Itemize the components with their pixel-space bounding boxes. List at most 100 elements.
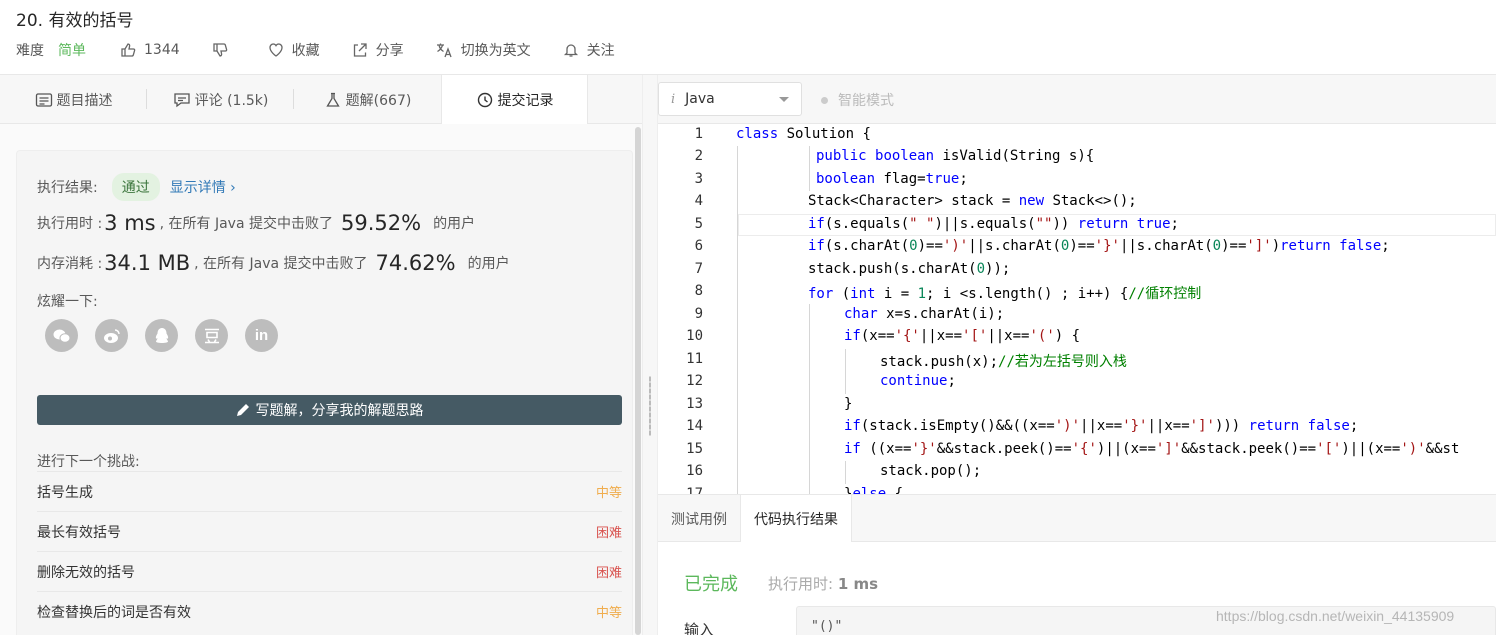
line-number-gutter: 1 2 3 4 5 6 7 8 9 10 11 12 13 14 15 16 1…	[658, 124, 708, 494]
left-tab-bar: 题目描述 评论 (1.5k) 题解(667) 提交记录	[0, 75, 642, 125]
tab-description[interactable]: 题目描述	[0, 75, 147, 124]
code-line: for (int i = 1; i <s.length() ; i++) {//…	[808, 286, 1202, 302]
code-line: if(x=='{'||x=='['||x=='(') {	[844, 328, 1081, 344]
share-label: 分享	[375, 43, 404, 59]
problem-meta: 难度 简单 1344 收藏 分享 切换为英文 关注	[16, 40, 647, 60]
result-row: 执行结果: 通过 显示详情 ›	[37, 173, 236, 201]
difficulty-tag: 中等	[595, 486, 622, 501]
line-number: 3	[694, 171, 703, 187]
tab-label: 题目描述	[56, 92, 113, 109]
tab-submissions[interactable]: 提交记录	[441, 75, 588, 125]
left-scrollbar[interactable]	[635, 127, 641, 635]
memory-suffix: 的用户	[467, 256, 510, 272]
line-number: 17	[686, 486, 703, 494]
challenge-name: 括号生成	[37, 484, 93, 501]
runtime-value: 3 ms	[104, 211, 156, 235]
line-number: 15	[686, 441, 703, 457]
line-number: 2	[694, 148, 703, 164]
runtime-desc: , 在所有 Java 提交中击败了	[159, 216, 333, 232]
line-number: 12	[686, 373, 703, 389]
submission-card: 执行结果: 通过 显示详情 › 执行用时 : 3 ms , 在所有 Java 提…	[16, 150, 633, 635]
memory-desc: , 在所有 Java 提交中击败了	[194, 256, 368, 272]
follow-label: 关注	[586, 43, 615, 59]
translate-label: 切换为英文	[460, 43, 531, 59]
editor-toolbar: i Java 智能模式	[658, 75, 1496, 124]
list-item[interactable]: 检查替换后的词是否有效 中等	[37, 591, 622, 631]
code-line: if ((x=='}'&&stack.peek()=='{')||(x==']'…	[844, 441, 1460, 457]
memory-percentile: 74.62%	[375, 251, 456, 275]
like-button[interactable]: 1344	[120, 42, 180, 58]
list-item[interactable]: 删除无效的括号 困难	[37, 551, 622, 591]
show-details-link[interactable]: 显示详情 ›	[170, 177, 236, 197]
chevron-down-icon	[779, 97, 789, 102]
tab-comments[interactable]: 评论 (1.5k)	[147, 75, 294, 124]
list-item[interactable]: 最长有效括号 困难	[37, 511, 622, 551]
weibo-icon[interactable]	[95, 319, 128, 352]
run-time-label: 执行用时:	[768, 575, 834, 593]
code-editor[interactable]: 1 2 3 4 5 6 7 8 9 10 11 12 13 14 15 16 1…	[658, 124, 1496, 494]
line-number: 5	[694, 216, 703, 232]
write-solution-button[interactable]: 写题解，分享我的解题思路	[37, 395, 622, 425]
code-line: Stack<Character> stack = new Stack<>();	[808, 193, 1137, 209]
code-line: class Solution {	[736, 126, 871, 142]
share-icon	[353, 43, 367, 57]
smart-mode-label: 智能模式	[838, 93, 894, 109]
tab-solutions[interactable]: 题解(667)	[294, 75, 441, 124]
smart-mode-toggle[interactable]: 智能模式	[821, 90, 894, 110]
line-number: 1	[694, 126, 703, 142]
difficulty-tag: 困难	[595, 526, 622, 541]
comment-icon	[173, 92, 190, 107]
line-number: 7	[694, 261, 703, 277]
follow-button[interactable]: 关注	[563, 40, 615, 60]
write-solution-label: 写题解，分享我的解题思路	[255, 403, 424, 419]
result-tab-bar: 测试用例 代码执行结果	[658, 494, 1496, 543]
line-number: 10	[686, 328, 703, 344]
tab-run-result[interactable]: 代码执行结果	[740, 495, 852, 543]
code-line: public boolean isValid(String s){	[816, 148, 1095, 164]
run-time-value: 1 ms	[837, 575, 879, 593]
clock-icon	[477, 92, 492, 108]
pencil-icon	[236, 404, 249, 416]
favorite-button[interactable]: 收藏	[268, 40, 320, 60]
line-number: 13	[686, 396, 703, 412]
next-challenge-title: 进行下一个挑战:	[37, 454, 140, 470]
code-line: }	[844, 396, 853, 412]
resize-handle[interactable]	[649, 376, 651, 436]
runtime-label: 执行用时 :	[37, 216, 103, 232]
challenge-name: 最长有效括号	[37, 524, 121, 541]
code-line: if(stack.isEmpty()&&((x==')'||x=='}'||x=…	[844, 418, 1359, 434]
translate-button[interactable]: 切换为英文	[436, 40, 531, 60]
submission-panel: 执行结果: 通过 显示详情 › 执行用时 : 3 ms , 在所有 Java 提…	[0, 124, 642, 635]
qq-icon[interactable]	[145, 319, 178, 352]
heart-icon	[268, 43, 283, 57]
code-line: stack.push(s.charAt(0));	[808, 261, 1011, 277]
share-button[interactable]: 分享	[352, 40, 404, 60]
language-select[interactable]: i Java	[658, 82, 802, 116]
line-number: 6	[694, 238, 703, 254]
runtime-row: 执行用时 : 3 ms , 在所有 Java 提交中击败了 59.52% 的用户	[37, 211, 475, 235]
dislike-button[interactable]	[212, 42, 236, 58]
memory-value: 34.1 MB	[104, 251, 191, 275]
share-label: 炫耀一下:	[37, 294, 98, 310]
panel-divider[interactable]	[642, 75, 658, 635]
code-line: if(s.charAt(0)==')'||s.charAt(0)=='}'||s…	[808, 238, 1390, 254]
thumbs-up-icon	[121, 43, 136, 57]
challenge-name: 检查替换后的词是否有效	[37, 604, 191, 621]
memory-row: 内存消耗 : 34.1 MB , 在所有 Java 提交中击败了 74.62% …	[37, 251, 510, 275]
problem-title: 20. 有效的括号	[16, 11, 134, 31]
wechat-icon[interactable]	[45, 319, 78, 352]
line-number: 9	[694, 306, 703, 322]
code-line: stack.pop();	[880, 463, 982, 479]
description-icon	[35, 92, 52, 107]
run-status: 已完成	[684, 574, 738, 595]
flask-icon	[326, 92, 340, 107]
linkedin-icon[interactable]: in	[245, 319, 278, 352]
result-label: 执行结果:	[37, 180, 98, 196]
douban-icon[interactable]	[195, 319, 228, 352]
tab-testcase[interactable]: 测试用例	[658, 495, 740, 542]
language-value: Java	[685, 91, 715, 107]
runtime-percentile: 59.52%	[340, 211, 422, 235]
code-content: class Solution { public boolean isValid(…	[736, 124, 1496, 494]
list-item[interactable]: 括号生成 中等	[37, 471, 622, 511]
tab-label: 提交记录	[497, 93, 554, 109]
